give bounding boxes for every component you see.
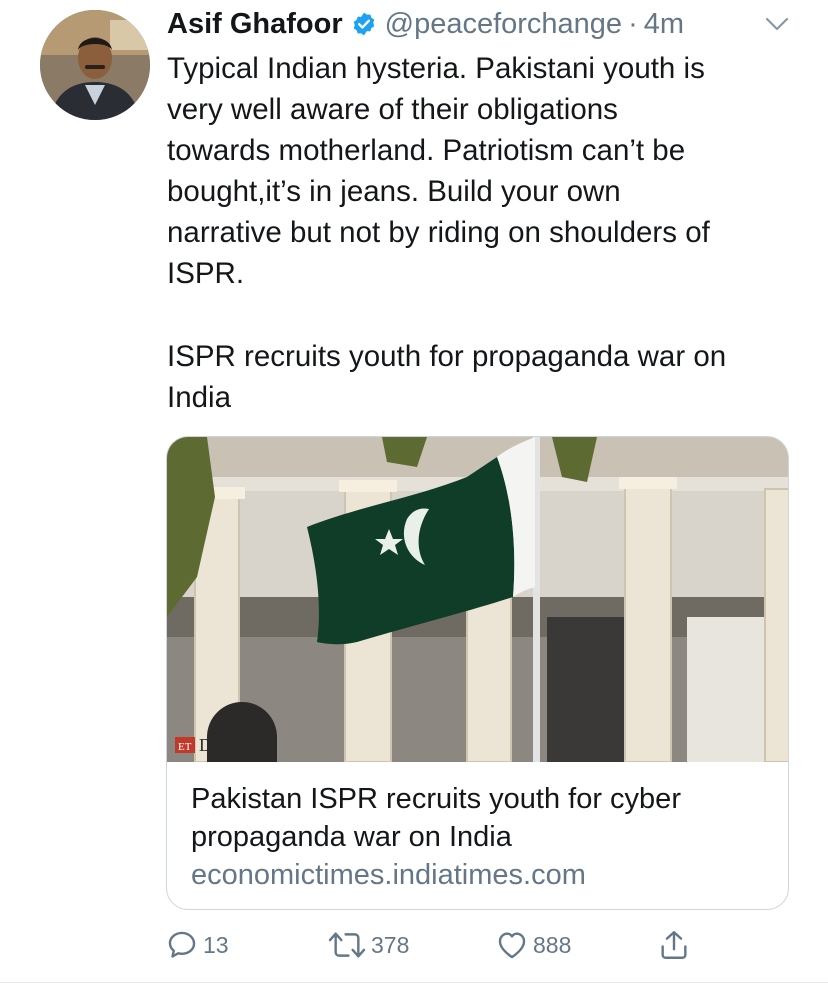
reply-count: 13: [203, 931, 229, 958]
retweet-icon: [327, 928, 367, 962]
like-count: 888: [533, 931, 572, 958]
like-icon: [495, 928, 529, 962]
link-card[interactable]: ET Defence Pakistan ISPR recruits youth …: [166, 436, 789, 910]
card-image-watermark-brand: ET: [178, 741, 192, 753]
avatar[interactable]: [40, 10, 150, 120]
card-image-watermark-text: Defence: [199, 735, 259, 755]
divider: [0, 982, 828, 983]
tweet-text: Typical Indian hysteria. Pakistani youth…: [167, 52, 710, 290]
author-handle[interactable]: @peaceforchange: [385, 8, 622, 41]
share-icon: [657, 928, 691, 962]
verified-badge-icon: [351, 11, 377, 37]
card-image[interactable]: ET Defence: [167, 437, 788, 762]
card-domain[interactable]: economictimes.indiatimes.com: [191, 856, 771, 894]
like-button[interactable]: 888: [495, 925, 571, 965]
card-title[interactable]: Pakistan ISPR recruits youth for cyber p…: [191, 780, 771, 856]
author-name[interactable]: Asif Ghafoor: [167, 8, 343, 41]
reply-button[interactable]: 13: [165, 925, 229, 965]
tweet[interactable]: Asif Ghafoor @peaceforchange · 4m Typica…: [0, 0, 828, 985]
tweet-text-quote-line: ISPR recruits youth for propaganda war o…: [167, 340, 727, 414]
retweet-button[interactable]: 378: [327, 925, 409, 965]
chevron-down-icon[interactable]: [764, 14, 790, 34]
tweet-actions: 13 378 888: [165, 925, 705, 965]
retweet-count: 378: [371, 931, 410, 958]
tweet-timestamp[interactable]: 4m: [644, 8, 684, 41]
reply-icon: [165, 928, 199, 962]
separator-dot: ·: [628, 7, 638, 40]
share-button[interactable]: [657, 925, 691, 965]
card-info[interactable]: Pakistan ISPR recruits youth for cyber p…: [191, 780, 771, 894]
tweet-header: Asif Ghafoor @peaceforchange · 4m: [167, 4, 684, 44]
